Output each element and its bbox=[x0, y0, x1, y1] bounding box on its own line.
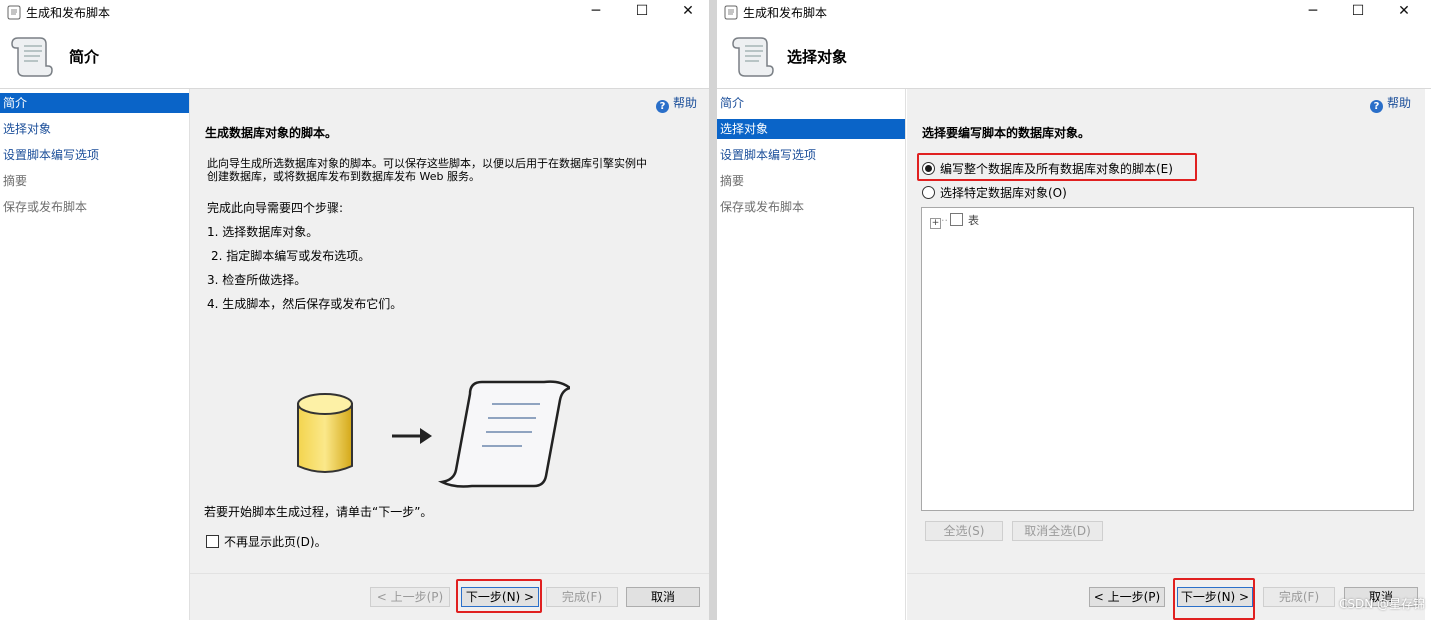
screenshot-divider bbox=[709, 0, 717, 620]
dont-show-checkbox-row[interactable]: 不再显示此页(D)。 bbox=[206, 533, 327, 550]
highlight-box bbox=[1173, 578, 1255, 620]
prev-button[interactable]: < 上一步(P) bbox=[370, 587, 450, 607]
highlight-box bbox=[456, 579, 542, 613]
minimize-button[interactable]: ─ bbox=[1290, 0, 1336, 24]
dont-show-checkbox[interactable] bbox=[206, 535, 219, 548]
close-button[interactable]: ✕ bbox=[1381, 0, 1427, 24]
option-specific-row[interactable]: 选择特定数据库对象(O) bbox=[922, 184, 1067, 201]
content-panel: ? 帮助 选择要编写脚本的数据库对象。 编写整个数据库及所有数据库对象的脚本(E)… bbox=[907, 89, 1425, 574]
step-item: 4. 生成脚本，然后保存或发布它们。 bbox=[207, 297, 403, 311]
nav-item-script-options[interactable]: 设置脚本编写选项 bbox=[717, 145, 905, 165]
title-bar: 生成和发布脚本 ─ ☐ ✕ bbox=[717, 0, 1431, 24]
tree-checkbox[interactable] bbox=[950, 213, 963, 226]
nav-item-summary: 摘要 bbox=[720, 174, 745, 188]
script-scroll-icon bbox=[732, 37, 774, 77]
step-item: 1. 选择数据库对象。 bbox=[207, 225, 319, 239]
intro-line: 此向导生成所选数据库对象的脚本。可以保存这些脚本，以便以后用于在数据库引擎实例中 bbox=[207, 157, 647, 170]
finish-button[interactable]: 完成(F) bbox=[546, 587, 618, 607]
prev-button[interactable]: < 上一步(P) bbox=[1089, 587, 1165, 607]
nav-item-select-objects[interactable]: 选择对象 bbox=[0, 119, 189, 139]
select-all-button[interactable]: 全选(S) bbox=[925, 521, 1003, 541]
maximize-button[interactable]: ☐ bbox=[619, 0, 665, 24]
intro-text: 此向导生成所选数据库对象的脚本。可以保存这些脚本，以便以后用于在数据库引擎实例中… bbox=[207, 157, 707, 183]
cancel-button[interactable]: 取消 bbox=[626, 587, 700, 607]
nav-item-save-publish: 保存或发布脚本 bbox=[720, 200, 805, 214]
help-link[interactable]: ? 帮助 bbox=[1369, 94, 1411, 113]
nav-item-save-publish: 保存或发布脚本 bbox=[3, 200, 88, 214]
steps-title: 完成此向导需要四个步骤: bbox=[207, 201, 344, 215]
highlight-box bbox=[917, 153, 1197, 181]
step-item: 2. 指定脚本编写或发布选项。 bbox=[211, 249, 371, 263]
deselect-all-button[interactable]: 取消全选(D) bbox=[1012, 521, 1103, 541]
database-to-script-illustration bbox=[297, 380, 570, 488]
section-heading: 选择要编写脚本的数据库对象。 bbox=[922, 126, 1091, 140]
expand-icon[interactable]: + bbox=[930, 218, 941, 229]
window-title: 生成和发布脚本 bbox=[743, 6, 828, 20]
intro-line: 创建数据库，或将数据库发布到数据库发布 Web 服务。 bbox=[207, 170, 480, 183]
step-item: 3. 检查所做选择。 bbox=[207, 273, 307, 287]
wizard-nav: 简介 选择对象 设置脚本编写选项 摘要 保存或发布脚本 bbox=[0, 89, 190, 620]
tree-node[interactable]: + ·· 表 bbox=[930, 212, 979, 229]
arrow-right-icon bbox=[392, 428, 432, 444]
nav-item-intro[interactable]: 简介 bbox=[717, 93, 905, 113]
help-icon: ? bbox=[655, 100, 669, 113]
dont-show-label: 不再显示此页(D)。 bbox=[224, 535, 327, 549]
script-scroll-icon bbox=[7, 5, 21, 20]
script-scroll-icon bbox=[438, 380, 570, 488]
nav-item-summary: 摘要 bbox=[3, 174, 28, 188]
intro-heading: 生成数据库对象的脚本。 bbox=[205, 126, 338, 140]
window-title: 生成和发布脚本 bbox=[26, 6, 111, 20]
nav-item-intro[interactable]: 简介 bbox=[0, 93, 189, 113]
database-icon bbox=[297, 393, 353, 473]
page-header: 简介 bbox=[0, 24, 711, 89]
content-panel: ? 帮助 生成数据库对象的脚本。 此向导生成所选数据库对象的脚本。可以保存这些脚本… bbox=[190, 89, 711, 574]
left-wizard-window: 生成和发布脚本 ─ ☐ ✕ 简介 简介 选择对象 设置脚本编写选项 摘要 保存或… bbox=[0, 0, 711, 620]
watermark: CSDN @星存锦 bbox=[1338, 597, 1425, 611]
minimize-button[interactable]: ─ bbox=[573, 0, 619, 24]
script-scroll-icon bbox=[724, 5, 738, 20]
page-title: 简介 bbox=[69, 48, 100, 66]
right-wizard-window: 生成和发布脚本 ─ ☐ ✕ 选择对象 简介 选择对象 设置脚本编写选项 摘要 保… bbox=[717, 0, 1431, 620]
help-label: 帮助 bbox=[1386, 96, 1411, 110]
nav-item-script-options[interactable]: 设置脚本编写选项 bbox=[0, 145, 189, 165]
wizard-footer: < 上一步(P) 下一步(N) > 完成(F) 取消 bbox=[190, 573, 711, 620]
start-hint: 若要开始脚本生成过程，请单击“下一步”。 bbox=[204, 505, 433, 519]
page-header: 选择对象 bbox=[717, 24, 1431, 89]
help-link[interactable]: ? 帮助 bbox=[655, 94, 697, 113]
close-button[interactable]: ✕ bbox=[665, 0, 711, 24]
title-bar: 生成和发布脚本 ─ ☐ ✕ bbox=[0, 0, 711, 24]
object-tree[interactable]: + ·· 表 bbox=[921, 207, 1414, 511]
finish-button[interactable]: 完成(F) bbox=[1263, 587, 1335, 607]
nav-item-select-objects[interactable]: 选择对象 bbox=[717, 119, 905, 139]
help-icon: ? bbox=[1369, 100, 1383, 113]
help-label: 帮助 bbox=[672, 96, 697, 110]
maximize-button[interactable]: ☐ bbox=[1335, 0, 1381, 24]
tree-item-label: 表 bbox=[968, 214, 979, 227]
page-title: 选择对象 bbox=[787, 48, 848, 66]
wizard-nav: 简介 选择对象 设置脚本编写选项 摘要 保存或发布脚本 bbox=[717, 89, 906, 620]
script-scroll-icon bbox=[11, 37, 53, 77]
option-specific-label: 选择特定数据库对象(O) bbox=[940, 186, 1067, 200]
option-specific-radio[interactable] bbox=[922, 186, 935, 199]
